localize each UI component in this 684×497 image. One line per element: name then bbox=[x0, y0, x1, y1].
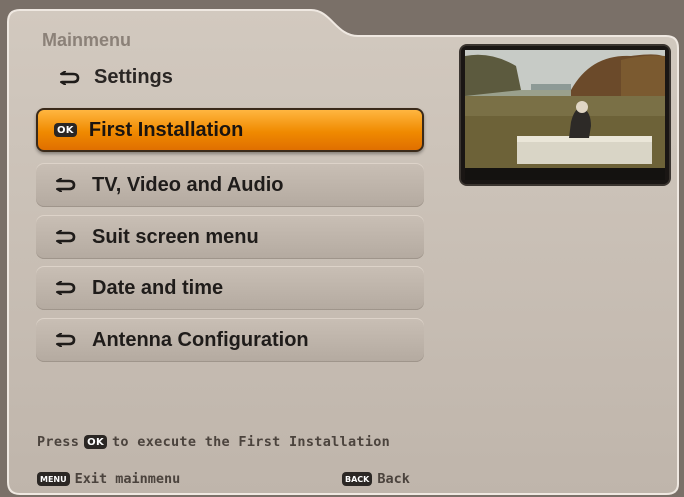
tv-preview-image bbox=[461, 46, 669, 184]
section-title-label: Settings bbox=[94, 66, 173, 88]
page-title: Mainmenu bbox=[42, 30, 132, 50]
menu-item-label: Antenna Configuration bbox=[92, 328, 309, 351]
menu-arrow-icon bbox=[58, 70, 80, 85]
exit-mainmenu-label: Exit mainmenu bbox=[74, 471, 181, 487]
menu-item-suit-screen-menu[interactable]: Suit screen menu bbox=[36, 215, 424, 259]
ok-key-icon: OK bbox=[84, 435, 107, 449]
menu-item-label: First Installation bbox=[88, 118, 244, 141]
back-control[interactable]: BACK Back bbox=[342, 471, 410, 487]
menu-item-tv-video-audio[interactable]: TV, Video and Audio bbox=[36, 163, 424, 207]
back-label: Back bbox=[377, 471, 410, 487]
menu-arrow-icon bbox=[54, 178, 76, 192]
exit-mainmenu-control[interactable]: MENU Exit mainmenu bbox=[37, 471, 180, 487]
hint-text: Press OK to execute the First Installati… bbox=[37, 434, 390, 450]
menu-arrow-icon bbox=[54, 281, 76, 295]
menu-item-label: TV, Video and Audio bbox=[92, 173, 284, 196]
hint-suffix: to execute the First Installation bbox=[112, 434, 391, 450]
section-title: Settings bbox=[58, 66, 173, 89]
back-key-icon: BACK bbox=[342, 472, 373, 486]
menu-arrow-icon bbox=[54, 230, 76, 244]
tv-preview-window bbox=[461, 46, 669, 184]
menu-key-icon: MENU bbox=[37, 472, 70, 486]
menu-item-label: Suit screen menu bbox=[92, 225, 259, 248]
menu-item-antenna-configuration[interactable]: Antenna Configuration bbox=[36, 318, 424, 362]
main-menu-window: Mainmenu Settings OK First Installation … bbox=[6, 8, 680, 495]
menu-arrow-icon bbox=[54, 333, 76, 347]
ok-badge-icon: OK bbox=[54, 123, 77, 137]
menu-item-date-and-time[interactable]: Date and time bbox=[36, 266, 424, 310]
hint-prefix: Press bbox=[37, 434, 80, 450]
menu-item-first-installation[interactable]: OK First Installation bbox=[36, 108, 424, 152]
menu-item-label: Date and time bbox=[92, 276, 224, 299]
